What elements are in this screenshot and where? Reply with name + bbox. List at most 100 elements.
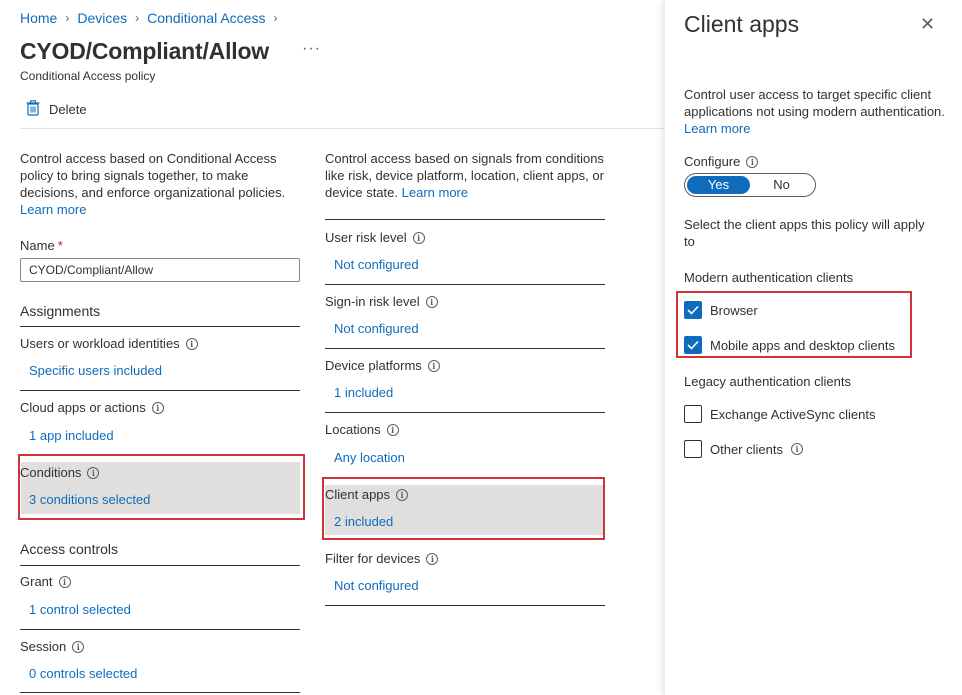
- trash-icon: [26, 100, 40, 119]
- divider: [20, 565, 300, 566]
- policy-name-input[interactable]: [20, 258, 300, 282]
- cloud-apps-value-link[interactable]: 1 app included: [29, 428, 114, 443]
- learn-more-link[interactable]: Learn more: [402, 185, 468, 200]
- chevron-right-icon: ›: [65, 11, 70, 25]
- more-options-icon[interactable]: ···: [302, 40, 321, 58]
- session-value-link[interactable]: 0 controls selected: [29, 666, 137, 681]
- info-icon[interactable]: i: [426, 552, 439, 565]
- locations-value-link[interactable]: Any location: [334, 450, 405, 465]
- assignments-heading: Assignments: [20, 303, 101, 319]
- configure-label-text: Configure: [684, 154, 741, 169]
- info-icon[interactable]: i: [185, 337, 198, 350]
- user-risk-label-text: User risk level: [325, 230, 407, 245]
- user-risk-label: User risk level i: [325, 230, 425, 245]
- divider: [325, 605, 605, 606]
- name-label: Name *: [20, 238, 63, 253]
- info-icon[interactable]: i: [746, 155, 759, 168]
- info-icon[interactable]: i: [87, 466, 100, 479]
- conditions-value-link[interactable]: 3 conditions selected: [29, 492, 150, 507]
- legacy-auth-heading: Legacy authentication clients: [684, 374, 851, 389]
- divider: [20, 629, 300, 630]
- info-icon[interactable]: i: [72, 640, 85, 653]
- grant-label-text: Grant: [20, 574, 53, 589]
- client-apps-value-link[interactable]: 2 included: [334, 514, 393, 529]
- delete-label: Delete: [49, 102, 87, 117]
- page-subtitle: Conditional Access policy: [20, 69, 156, 83]
- configure-label: Configure i: [684, 154, 759, 169]
- panel-description: Control user access to target specific c…: [684, 86, 946, 137]
- info-icon[interactable]: i: [396, 488, 409, 501]
- chevron-right-icon: ›: [273, 11, 278, 25]
- breadcrumb-conditional-access[interactable]: Conditional Access: [147, 10, 265, 26]
- divider: [20, 326, 300, 327]
- filter-devices-label: Filter for devices i: [325, 551, 439, 566]
- divider: [325, 348, 605, 349]
- browser-checkbox-row[interactable]: Browser: [684, 301, 758, 319]
- mobile-checkbox-row[interactable]: Mobile apps and desktop clients: [684, 336, 895, 354]
- session-label-text: Session: [20, 639, 67, 654]
- breadcrumb-home[interactable]: Home: [20, 10, 57, 26]
- exchange-activesync-label: Exchange ActiveSync clients: [710, 406, 876, 422]
- info-icon[interactable]: i: [790, 443, 803, 455]
- browser-checkbox[interactable]: [684, 301, 702, 319]
- info-icon[interactable]: i: [151, 401, 164, 414]
- toggle-yes-option[interactable]: Yes: [687, 176, 750, 194]
- close-icon[interactable]: ✕: [920, 14, 935, 35]
- info-icon[interactable]: i: [386, 423, 399, 436]
- panel-description-text: Control user access to target specific c…: [684, 87, 945, 119]
- info-icon[interactable]: i: [58, 575, 71, 588]
- checkmark-icon: [687, 340, 699, 350]
- mobile-desktop-checkbox[interactable]: [684, 336, 702, 354]
- cloud-apps-label: Cloud apps or actions i: [20, 400, 164, 415]
- configure-toggle[interactable]: Yes No: [684, 173, 816, 197]
- session-label: Session i: [20, 639, 85, 654]
- users-label-text: Users or workload identities: [20, 336, 180, 351]
- name-label-text: Name: [20, 238, 55, 253]
- toolbar-divider: [20, 128, 664, 129]
- divider: [325, 284, 605, 285]
- modern-auth-heading: Modern authentication clients: [684, 270, 854, 285]
- grant-value-link[interactable]: 1 control selected: [29, 602, 131, 617]
- signin-risk-value-link[interactable]: Not configured: [334, 321, 419, 336]
- policy-description: Control access based on Conditional Acce…: [20, 150, 305, 218]
- conditions-description: Control access based on signals from con…: [325, 150, 610, 201]
- signin-risk-label-text: Sign-in risk level: [325, 294, 420, 309]
- learn-more-link[interactable]: Learn more: [684, 121, 750, 136]
- locations-label-text: Locations: [325, 422, 381, 437]
- policy-description-text: Control access based on Conditional Acce…: [20, 151, 286, 200]
- info-icon[interactable]: i: [412, 231, 425, 244]
- learn-more-link[interactable]: Learn more: [20, 202, 86, 217]
- other-clients-checkbox-row[interactable]: Other clients i: [684, 440, 803, 458]
- device-platforms-label-text: Device platforms: [325, 358, 422, 373]
- filter-devices-label-text: Filter for devices: [325, 551, 421, 566]
- user-risk-value-link[interactable]: Not configured: [334, 257, 419, 272]
- cloud-apps-label-text: Cloud apps or actions: [20, 400, 146, 415]
- other-clients-label: Other clients: [710, 441, 783, 457]
- toggle-no-option[interactable]: No: [750, 176, 813, 194]
- conditions-label-text: Conditions: [20, 465, 82, 480]
- panel-title: Client apps: [684, 11, 800, 37]
- grant-label: Grant i: [20, 574, 71, 589]
- users-value-link[interactable]: Specific users included: [29, 363, 162, 378]
- select-apps-text: Select the client apps this policy will …: [684, 217, 925, 249]
- divider: [325, 219, 605, 220]
- divider: [325, 412, 605, 413]
- required-indicator: *: [57, 238, 63, 253]
- chevron-right-icon: ›: [135, 11, 140, 25]
- exchange-activesync-checkbox[interactable]: [684, 405, 702, 423]
- filter-devices-value-link[interactable]: Not configured: [334, 578, 419, 593]
- other-clients-checkbox[interactable]: [684, 440, 702, 458]
- eas-checkbox-row[interactable]: Exchange ActiveSync clients: [684, 405, 875, 423]
- divider: [20, 692, 300, 693]
- info-icon[interactable]: i: [427, 359, 440, 372]
- info-icon[interactable]: i: [425, 295, 438, 308]
- access-controls-heading: Access controls: [20, 541, 119, 557]
- breadcrumb-devices[interactable]: Devices: [77, 10, 127, 26]
- mobile-desktop-label: Mobile apps and desktop clients: [710, 337, 896, 353]
- delete-button[interactable]: Delete: [26, 100, 87, 119]
- browser-label: Browser: [710, 302, 758, 318]
- locations-label: Locations i: [325, 422, 399, 437]
- device-platforms-value-link[interactable]: 1 included: [334, 385, 393, 400]
- signin-risk-label: Sign-in risk level i: [325, 294, 438, 309]
- divider: [20, 390, 300, 391]
